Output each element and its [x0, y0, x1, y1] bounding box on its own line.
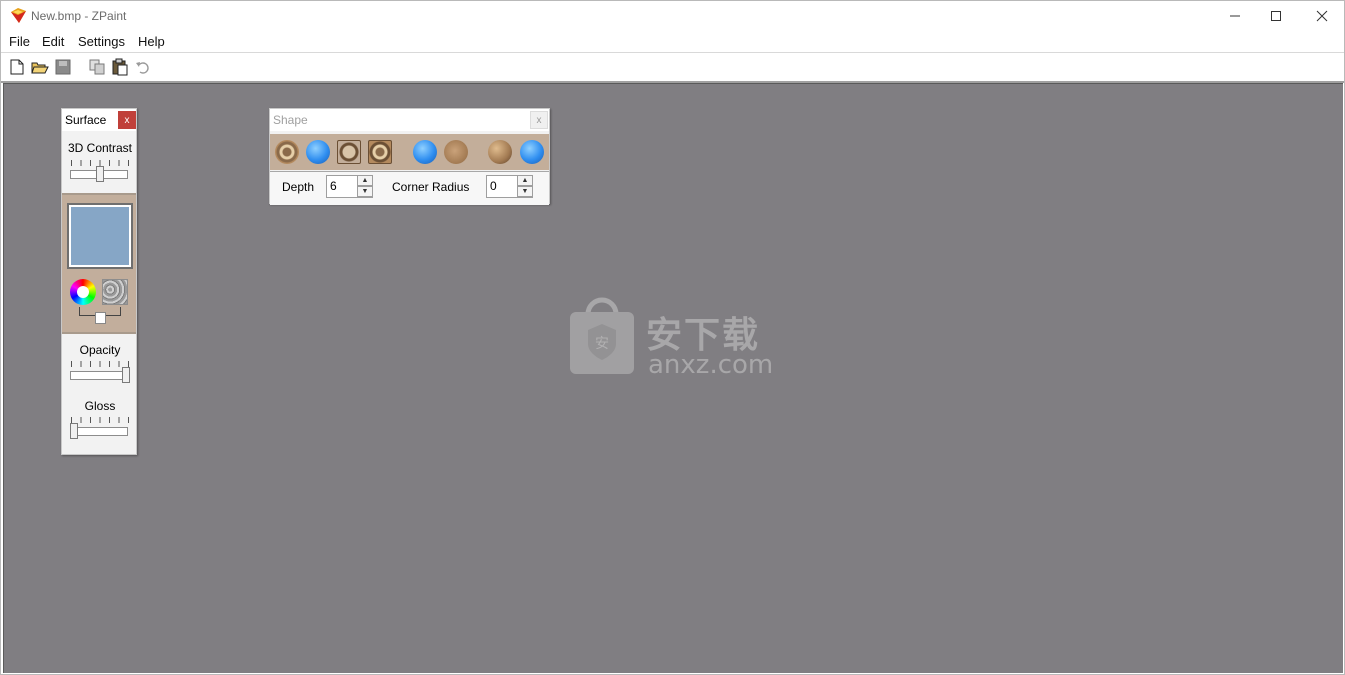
zpaint-logo-icon — [11, 8, 26, 23]
shape-panel-close-button[interactable]: x — [530, 111, 548, 129]
save-icon[interactable] — [54, 58, 72, 76]
gloss-label: Gloss — [84, 399, 116, 413]
color-swatch[interactable] — [67, 203, 133, 269]
paste-icon[interactable] — [111, 58, 129, 76]
watermark-bag-icon: 安 — [570, 297, 634, 374]
square-ring-shape-icon[interactable] — [337, 140, 361, 164]
undo-icon[interactable] — [134, 58, 152, 76]
minimize-button[interactable] — [1212, 1, 1258, 31]
sphere-shape-icon[interactable] — [306, 140, 330, 164]
dome-shape-icon[interactable] — [488, 140, 512, 164]
minimize-icon — [1230, 15, 1240, 17]
svg-text:安: 安 — [595, 336, 609, 352]
depth-up-button[interactable]: ▲ — [357, 175, 373, 186]
panel-divider — [62, 332, 136, 334]
blend-slider-thumb[interactable] — [95, 312, 106, 324]
drawing-canvas[interactable]: 安 安下载 anxz.com — [3, 83, 1343, 673]
menu-settings[interactable]: Settings — [78, 34, 125, 49]
surface-panel: Surface x 3D Contrast Opacity Gloss — [61, 108, 137, 455]
surface-panel-title-bar[interactable]: Surface x — [62, 109, 136, 131]
open-folder-icon[interactable] — [31, 58, 49, 76]
slider-thumb[interactable] — [122, 367, 130, 383]
contrast-label: 3D Contrast — [67, 141, 133, 155]
title-bar[interactable]: New.bmp - ZPaint — [1, 1, 1344, 31]
slider-ticks — [71, 417, 129, 423]
depth-stepper[interactable]: 6 ▲ ▼ — [326, 175, 373, 198]
texture-icon[interactable] — [102, 279, 128, 305]
depth-value[interactable]: 6 — [330, 179, 337, 193]
corner-radius-label: Corner Radius — [392, 180, 470, 194]
maximize-button[interactable] — [1253, 1, 1299, 31]
square-donut-shape-icon[interactable] — [368, 140, 392, 164]
close-icon — [1316, 10, 1328, 22]
close-button[interactable] — [1299, 1, 1345, 31]
color-wheel-icon[interactable] — [70, 279, 96, 305]
shape-panel-title-bar[interactable]: Shape x — [270, 109, 549, 131]
app-window: New.bmp - ZPaint File Edit Settings Help — [0, 0, 1345, 675]
slider-track — [70, 427, 128, 436]
contrast-slider[interactable] — [68, 158, 130, 184]
toolbar — [1, 53, 1344, 81]
watermark: 安 安下载 anxz.com — [566, 294, 786, 380]
window-title: New.bmp - ZPaint — [31, 9, 127, 23]
shape-presets — [270, 134, 549, 170]
corner-radius-up-button[interactable]: ▲ — [517, 175, 533, 186]
copy-icon[interactable] — [88, 58, 106, 76]
menu-help[interactable]: Help — [138, 34, 165, 49]
slider-thumb[interactable] — [96, 166, 104, 182]
slider-thumb[interactable] — [70, 423, 78, 439]
shape-panel: Shape x Depth 6 ▲ ▼ Corner Radius 0 ▲ ▼ — [269, 108, 550, 205]
bevel-shape-icon[interactable] — [444, 140, 468, 164]
opacity-slider[interactable] — [68, 359, 130, 385]
watermark-url: anxz.com — [648, 350, 774, 380]
new-file-icon[interactable] — [8, 58, 26, 76]
corner-radius-value[interactable]: 0 — [490, 179, 497, 193]
menu-file[interactable]: File — [9, 34, 30, 49]
shape-panel-title: Shape — [273, 113, 308, 127]
surface-panel-title: Surface — [65, 113, 107, 127]
gloss-slider[interactable] — [68, 415, 130, 441]
depth-label: Depth — [282, 180, 315, 194]
depth-down-button[interactable]: ▼ — [357, 186, 373, 197]
ring-shape-icon[interactable] — [275, 140, 299, 164]
sphere-shape-icon[interactable] — [520, 140, 544, 164]
slider-ticks — [71, 361, 129, 367]
corner-radius-stepper[interactable]: 0 ▲ ▼ — [486, 175, 533, 198]
maximize-icon — [1271, 11, 1281, 21]
menu-edit[interactable]: Edit — [42, 34, 64, 49]
sphere-shape-icon[interactable] — [413, 140, 437, 164]
opacity-label: Opacity — [79, 343, 121, 357]
corner-radius-down-button[interactable]: ▼ — [517, 186, 533, 197]
menu-bar: File Edit Settings Help — [1, 31, 1344, 52]
slider-track — [70, 371, 128, 380]
surface-panel-close-button[interactable]: x — [118, 111, 136, 129]
